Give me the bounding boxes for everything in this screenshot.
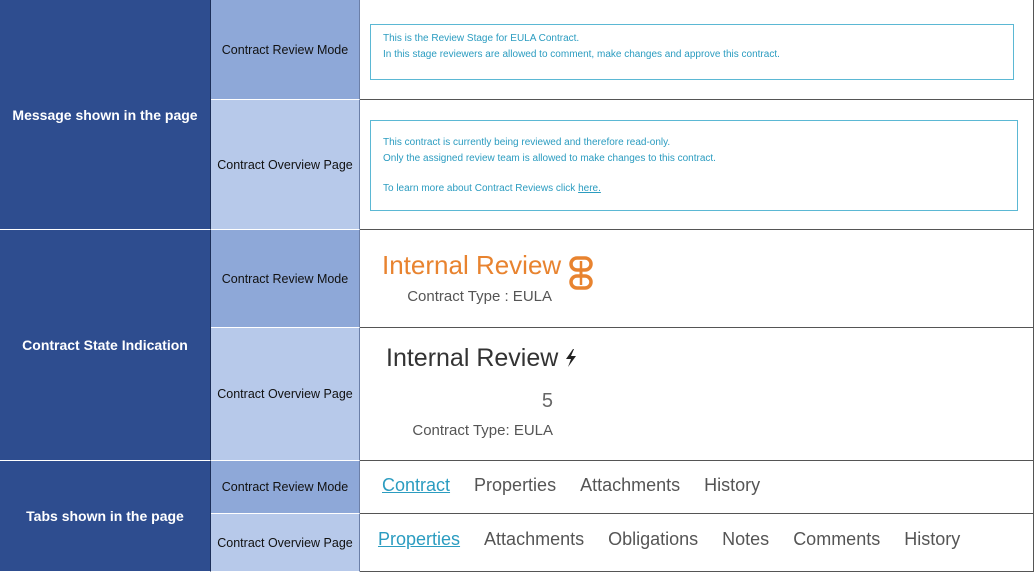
tab-contract[interactable]: Contract [382,475,450,496]
label-text: Contract Overview Page [217,535,353,550]
tabs-overview-label: Contract Overview Page [211,514,360,572]
read-only-message: This contract is currently being reviewe… [370,120,1018,211]
state-overview-label: Contract Overview Page [211,328,360,461]
overview-state-number: 5 [541,390,553,412]
review-mode-tabs: Contract Properties Attachments History [382,475,784,496]
tab-attachments[interactable]: Attachments [580,475,680,496]
label-text: Contract Review Mode [221,480,349,494]
overview-msg-line1: This contract is currently being reviewe… [383,137,671,148]
tab-comments[interactable]: Comments [793,529,880,550]
message-review-mode-content: This is the Review Stage for EULA Contra… [360,0,1034,100]
review-contract-type: Contract Type : EULA [407,288,552,305]
tab-history[interactable]: History [704,475,760,496]
overview-contract-type: Contract Type: EULA [412,422,553,439]
category-tabs-label: Tabs shown in the page [26,508,184,524]
label-text: Contract Overview Page [217,387,353,401]
overview-msg-line3-text: To learn more about Contract Reviews cli… [383,183,579,194]
message-overview-label: Contract Overview Page [211,100,360,230]
review-msg-line1: This is the Review Stage for EULA Contra… [383,33,580,44]
tabs-review-mode-content: Contract Properties Attachments History [360,461,1034,514]
tabs-review-mode-label: Contract Review Mode [211,461,360,514]
overview-state-title: Internal Review [386,344,559,372]
category-message: Message shown in the page [0,0,211,230]
message-overview-content: This contract is currently being reviewe… [360,100,1034,230]
state-review-mode-label: Contract Review Mode [211,230,360,328]
tab-properties[interactable]: Properties [378,529,460,550]
overview-msg-line2: Only the assigned review team is allowed… [383,153,716,164]
overview-tabs: Properties Attachments Obligations Notes… [378,529,984,550]
state-review-mode-content: Internal Review Contract Type : EULA [360,230,1034,328]
tab-history[interactable]: History [904,529,960,550]
review-flow-icon [568,256,594,292]
review-state-title: Internal Review [382,250,562,280]
category-tabs: Tabs shown in the page [0,461,211,572]
tabs-overview-content: Properties Attachments Obligations Notes… [360,514,1034,572]
review-msg-line2: In this stage reviewers are allowed to c… [383,49,780,60]
lightning-icon [564,349,578,367]
category-state: Contract State Indication [0,230,211,461]
label-text: Contract Review Mode [221,271,349,286]
tab-notes[interactable]: Notes [722,529,769,550]
category-message-label: Message shown in the page [12,106,198,123]
tab-attachments[interactable]: Attachments [484,529,584,550]
state-overview-content: Internal Review 5 Contract Type: EULA [360,328,1034,461]
tab-properties[interactable]: Properties [474,475,556,496]
category-state-label: Contract State Indication [22,337,188,353]
comparison-table: Message shown in the page Contract Revie… [0,0,1034,572]
review-stage-message: This is the Review Stage for EULA Contra… [370,24,1014,80]
message-review-mode-label: Contract Review Mode [211,0,360,100]
label-text: Contract Overview Page [217,157,353,172]
overview-msg-line3: To learn more about Contract Reviews cli… [383,181,1005,197]
tab-obligations[interactable]: Obligations [608,529,698,550]
learn-more-link[interactable]: here. [578,183,601,194]
label-text: Contract Review Mode [221,42,349,57]
